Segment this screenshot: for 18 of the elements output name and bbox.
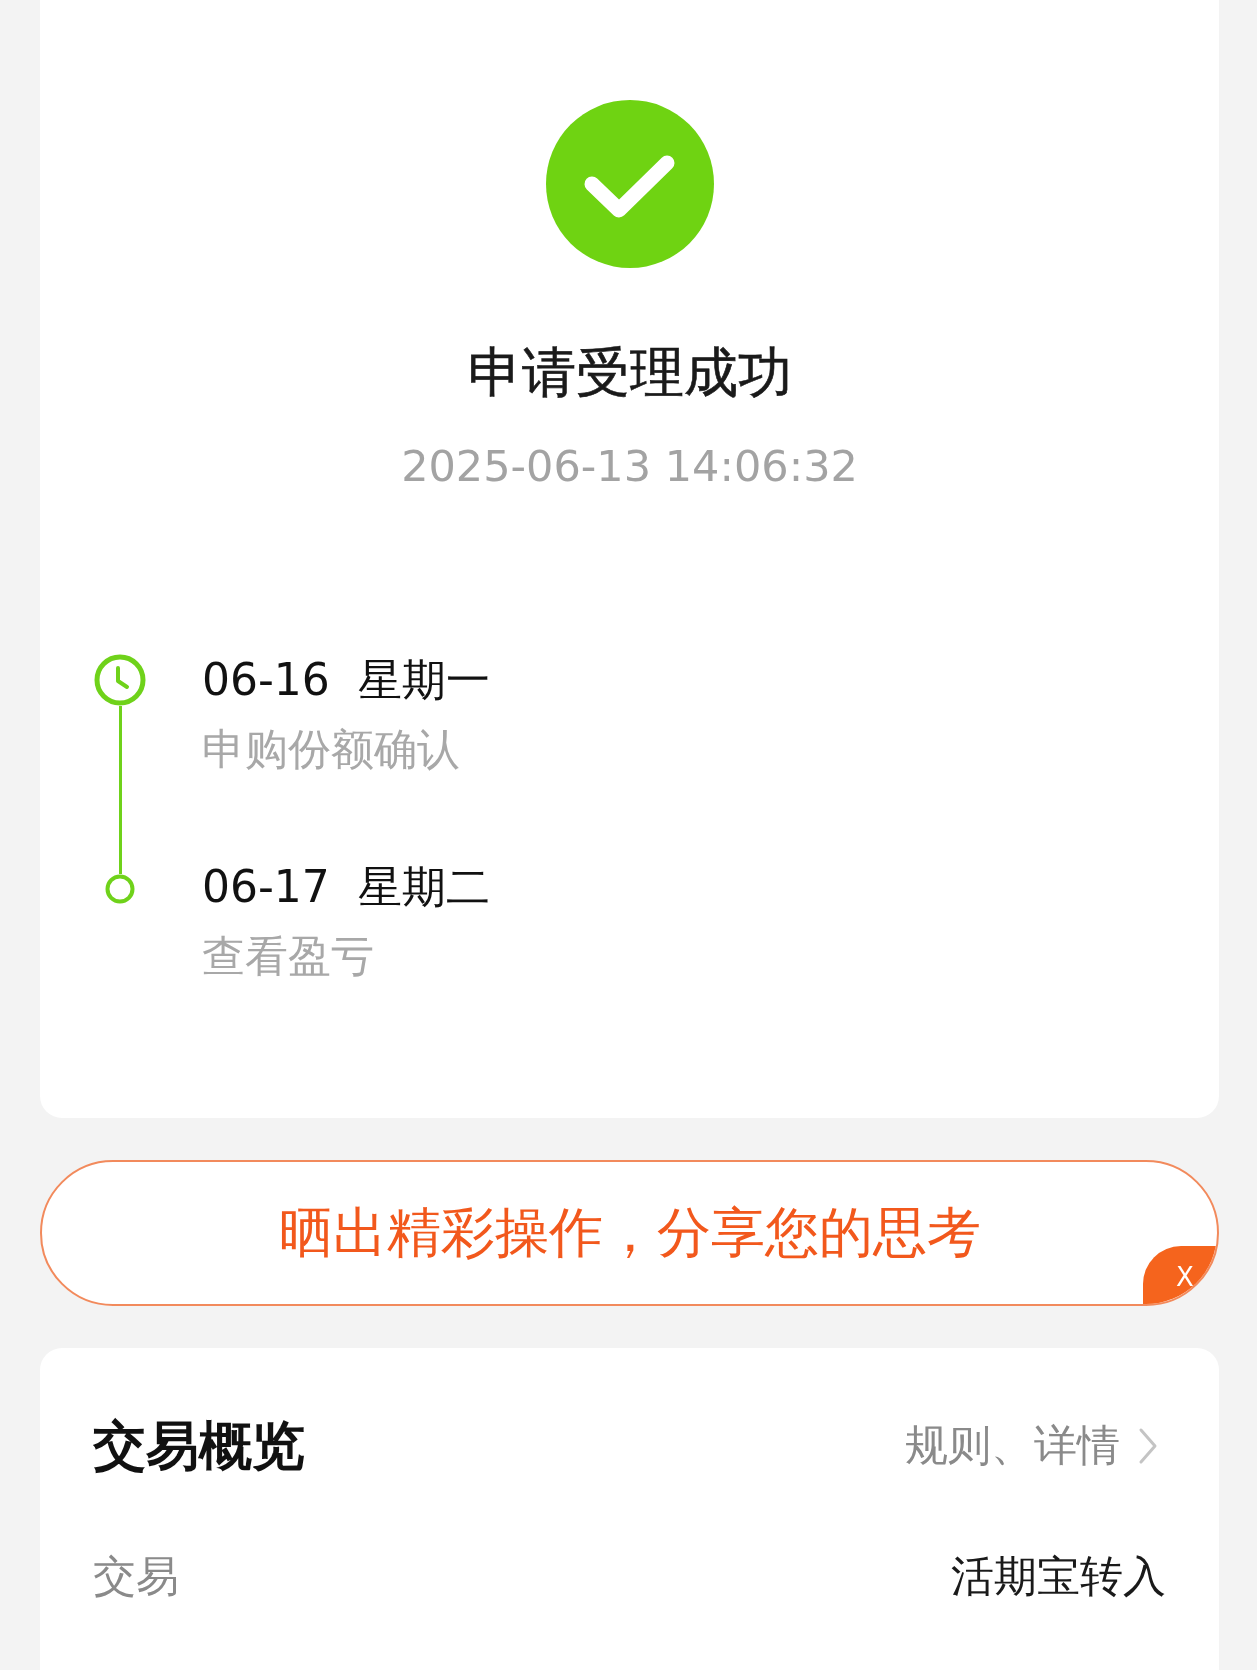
share-banner[interactable]: 晒出精彩操作，分享您的思考 X <box>40 1160 1219 1306</box>
timeline-weekday: 星期一 <box>357 653 490 707</box>
close-button[interactable]: X <box>1143 1246 1217 1304</box>
timeline-label: 查看盈亏 <box>202 930 375 983</box>
timeline-weekday: 星期二 <box>357 860 490 914</box>
check-circle-icon <box>545 100 714 268</box>
row-value: 活期宝转入 <box>951 1550 1166 1603</box>
chevron-right-icon <box>1138 1427 1158 1465</box>
clock-icon <box>94 654 146 706</box>
ring-icon <box>105 874 135 904</box>
timeline-date: 06-17 <box>202 860 330 914</box>
section-title: 交易概览 <box>93 1414 305 1478</box>
row-label: 交易 <box>93 1550 179 1603</box>
status-time: 2025-06-13 14:06:32 <box>401 440 858 493</box>
timeline-date: 06-16 <box>202 653 330 707</box>
status-title: 申请受理成功 <box>467 340 792 406</box>
timeline-label: 申购份额确认 <box>202 723 461 776</box>
details-link[interactable]: 规则、详情 <box>905 1417 1166 1475</box>
